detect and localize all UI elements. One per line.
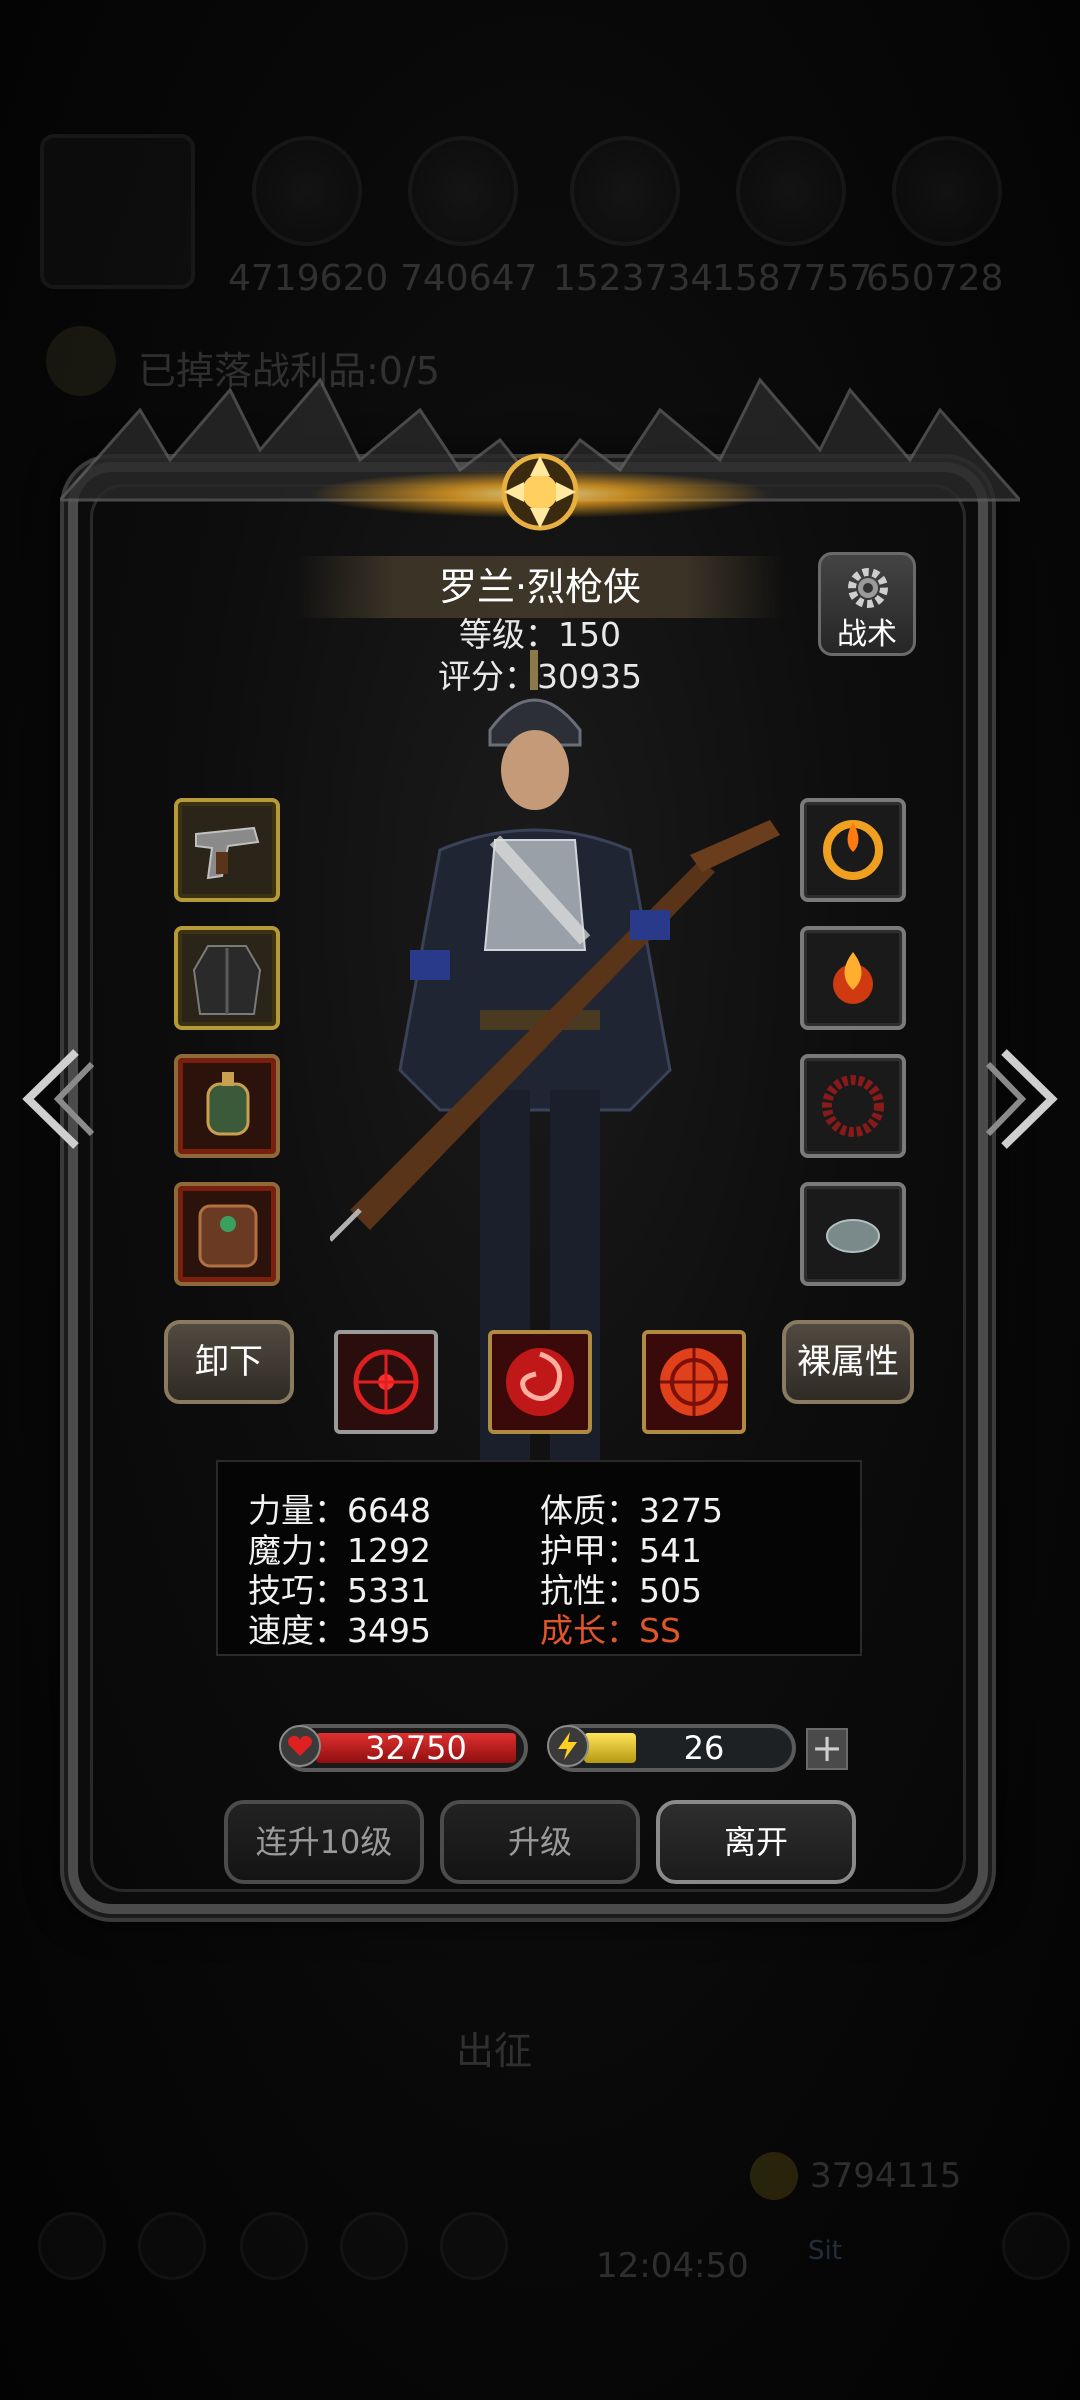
level-up-10-button[interactable]: 连升10级 [224,1800,424,1884]
add-energy-button[interactable]: + [806,1728,848,1770]
thorn-ring-icon [822,1075,884,1137]
gold-amount: 3794115 [810,2156,962,2196]
energy-value: 26 [683,1729,725,1767]
resource-icon-1 [252,136,362,246]
flame-orb-icon [833,952,873,1004]
previous-hero-arrow-icon[interactable] [14,1044,94,1154]
bottom-nav-icon-6 [1002,2212,1070,2280]
base-attributes-button[interactable]: 裸属性 [782,1320,914,1404]
crosshair-skill-icon [660,1348,728,1416]
equip-slot-backpack[interactable] [174,1182,280,1286]
jacket-icon [192,945,262,1015]
lightning-icon [547,1725,589,1767]
equip-slot-fire-orb[interactable] [800,926,906,1030]
skill-slot-3[interactable] [642,1330,746,1434]
level-up-button[interactable]: 升级 [440,1800,640,1884]
crown-emblem-icon [310,453,770,531]
resource-icon-3 [570,136,680,246]
resource-icon-4 [736,136,846,246]
gold-coin-icon [750,2152,798,2200]
canteen-icon [206,1072,250,1136]
equip-slot-fire-ring[interactable] [800,798,906,902]
tactics-button[interactable]: 战术 [818,552,916,656]
resource-value-5: 650728 [866,258,1004,299]
bottom-nav-icon-2 [138,2212,206,2280]
hp-bar: 32750 [279,1724,528,1772]
resource-value-2: 740647 [400,258,538,299]
game-clock: 12:04:50 [596,2246,749,2286]
resource-icon-5 [892,136,1002,246]
stone-icon [826,1219,880,1253]
resource-value-3: 1523734 [553,258,714,299]
equip-slot-stone[interactable] [800,1182,906,1286]
skill-slot-2[interactable] [488,1330,592,1434]
backpack-icon [198,1204,258,1268]
resource-icon-2 [408,136,518,246]
equip-slot-dark-ring[interactable] [800,1054,906,1158]
unequip-button[interactable]: 卸下 [164,1320,294,1404]
energy-bar: 26 [547,1724,796,1772]
stat-speed: 速度：3495 [248,1611,431,1650]
bottom-nav-icon-4 [340,2212,408,2280]
hero-level: 等级：150 [459,615,621,654]
equip-slot-armor[interactable] [174,926,280,1030]
leave-button[interactable]: 离开 [656,1800,856,1884]
player-avatar [40,134,195,289]
equip-slot-accessory[interactable] [174,1054,280,1158]
vortex-skill-icon [506,1348,574,1416]
revolver-icon [195,826,260,880]
bottom-nav-icon-5 [440,2212,508,2280]
resource-value-4: 1587757 [712,258,873,299]
hp-value: 32750 [365,1729,467,1767]
gear-icon [848,568,888,608]
tactics-label: 战术 [837,617,897,652]
target-skill-icon [353,1349,419,1415]
fire-ring-icon [823,820,883,880]
stat-growth: 成长：SS [540,1611,681,1650]
next-hero-arrow-icon[interactable] [986,1044,1066,1154]
bottom-nav-icon-3 [240,2212,308,2280]
equip-slot-weapon[interactable] [174,798,280,902]
bottom-nav-icon-1 [38,2212,106,2280]
resource-value-1: 4719620 [228,258,389,299]
chat-hint: Sit [808,2236,842,2266]
expedition-label: 出征 [456,2029,533,2073]
skill-slot-1[interactable] [334,1330,438,1434]
